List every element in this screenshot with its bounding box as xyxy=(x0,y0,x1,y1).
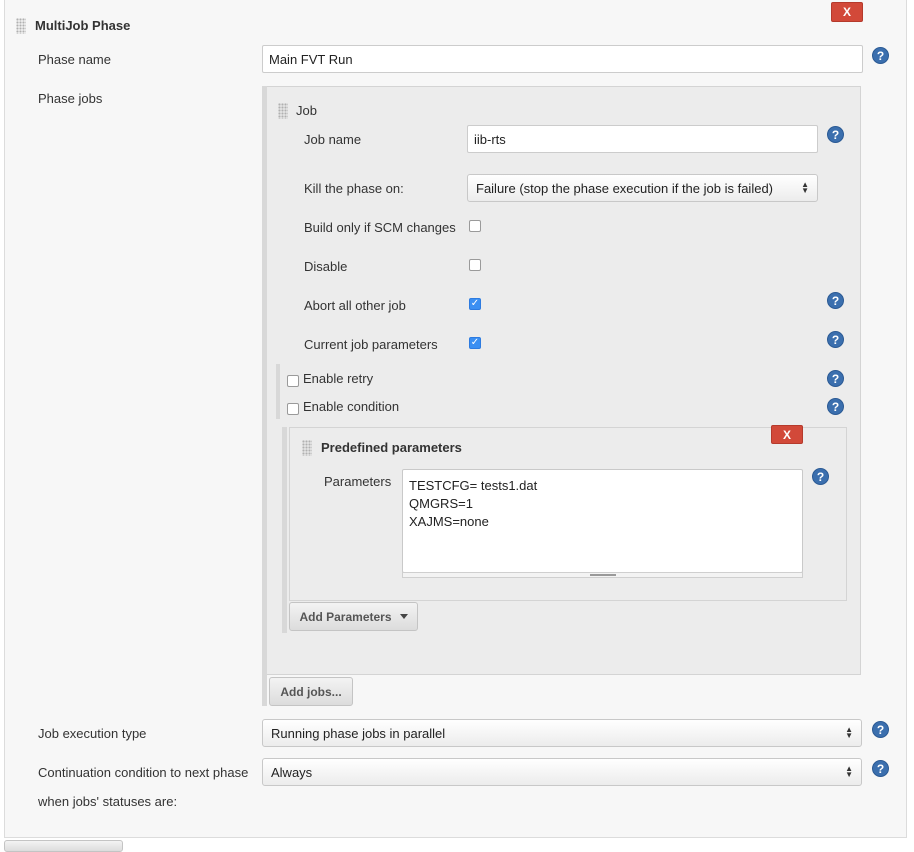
checkmark-icon: ✓ xyxy=(470,337,480,348)
abort-label: Abort all other job xyxy=(304,298,406,313)
phase-jobs-label: Phase jobs xyxy=(38,91,103,106)
current-params-label: Current job parameters xyxy=(304,337,438,352)
grip-lines-icon xyxy=(590,574,616,576)
dropdown-arrow-icon: ▲ ▼ xyxy=(801,180,809,195)
enable-retry-checkbox[interactable] xyxy=(287,375,299,387)
delete-params-button[interactable]: X xyxy=(771,425,803,444)
phase-jobs-bar xyxy=(262,86,267,706)
current-params-checkbox[interactable]: ✓ xyxy=(469,337,481,349)
dropdown-arrow-icon xyxy=(399,614,408,619)
delete-phase-button[interactable]: X xyxy=(831,2,863,22)
drag-handle-icon[interactable] xyxy=(302,440,312,456)
drag-handle-icon[interactable] xyxy=(278,103,288,119)
drag-handle-icon[interactable] xyxy=(16,18,26,34)
build-scm-checkbox[interactable] xyxy=(469,220,481,232)
job-title: Job xyxy=(296,103,317,118)
kill-phase-value: Failure (stop the phase execution if the… xyxy=(476,180,774,196)
continuation-select[interactable]: Always ▲ ▼ xyxy=(262,758,862,786)
parameters-textarea[interactable]: TESTCFG= tests1.dat QMGRS=1 XAJMS=none xyxy=(402,469,803,573)
help-icon[interactable]: ? xyxy=(827,292,844,309)
job-name-input[interactable]: iib-rts xyxy=(467,125,818,153)
continuation-label: Continuation condition to next phase xyxy=(38,765,249,780)
help-icon[interactable]: ? xyxy=(872,47,889,64)
parameters-bar xyxy=(282,427,287,633)
enable-condition-checkbox[interactable] xyxy=(287,403,299,415)
disable-label: Disable xyxy=(304,259,348,274)
help-icon[interactable]: ? xyxy=(827,370,844,387)
phase-name-label: Phase name xyxy=(38,52,111,67)
phase-name-input[interactable]: Main FVT Run xyxy=(262,45,863,73)
add-parameters-button[interactable]: Add Parameters xyxy=(289,602,418,631)
help-icon[interactable]: ? xyxy=(827,398,844,415)
disable-checkbox[interactable] xyxy=(469,259,481,271)
checkmark-icon: ✓ xyxy=(470,298,480,309)
help-icon[interactable]: ? xyxy=(872,760,889,777)
abort-checkbox[interactable]: ✓ xyxy=(469,298,481,310)
build-scm-label: Build only if SCM changes xyxy=(304,220,456,235)
execution-type-value: Running phase jobs in parallel xyxy=(271,725,446,741)
help-icon[interactable]: ? xyxy=(812,468,829,485)
help-icon[interactable]: ? xyxy=(872,721,889,738)
job-name-label: Job name xyxy=(304,132,362,147)
dropdown-arrow-icon: ▲ ▼ xyxy=(845,725,853,740)
continuation-label-line2: when jobs' statuses are: xyxy=(38,794,178,809)
dropdown-arrow-icon: ▲ ▼ xyxy=(845,764,853,779)
execution-type-select[interactable]: Running phase jobs in parallel ▲ ▼ xyxy=(262,719,862,747)
kill-phase-label: Kill the phase on: xyxy=(304,181,404,196)
continuation-value: Always xyxy=(271,764,313,780)
execution-type-label: Job execution type xyxy=(38,726,147,741)
phase-title: MultiJob Phase xyxy=(35,18,131,33)
add-parameters-label: Add Parameters xyxy=(299,609,392,624)
optional-block-bar xyxy=(276,364,280,419)
help-icon[interactable]: ? xyxy=(827,126,844,143)
next-button-partial[interactable] xyxy=(4,840,123,852)
add-jobs-button[interactable]: Add jobs... xyxy=(269,677,353,706)
enable-retry-label: Enable retry xyxy=(303,371,374,386)
kill-phase-select[interactable]: Failure (stop the phase execution if the… xyxy=(467,174,818,202)
help-icon[interactable]: ? xyxy=(827,331,844,348)
predefined-params-title: Predefined parameters xyxy=(321,440,462,455)
parameters-label: Parameters xyxy=(324,474,392,489)
enable-condition-label: Enable condition xyxy=(303,399,400,414)
